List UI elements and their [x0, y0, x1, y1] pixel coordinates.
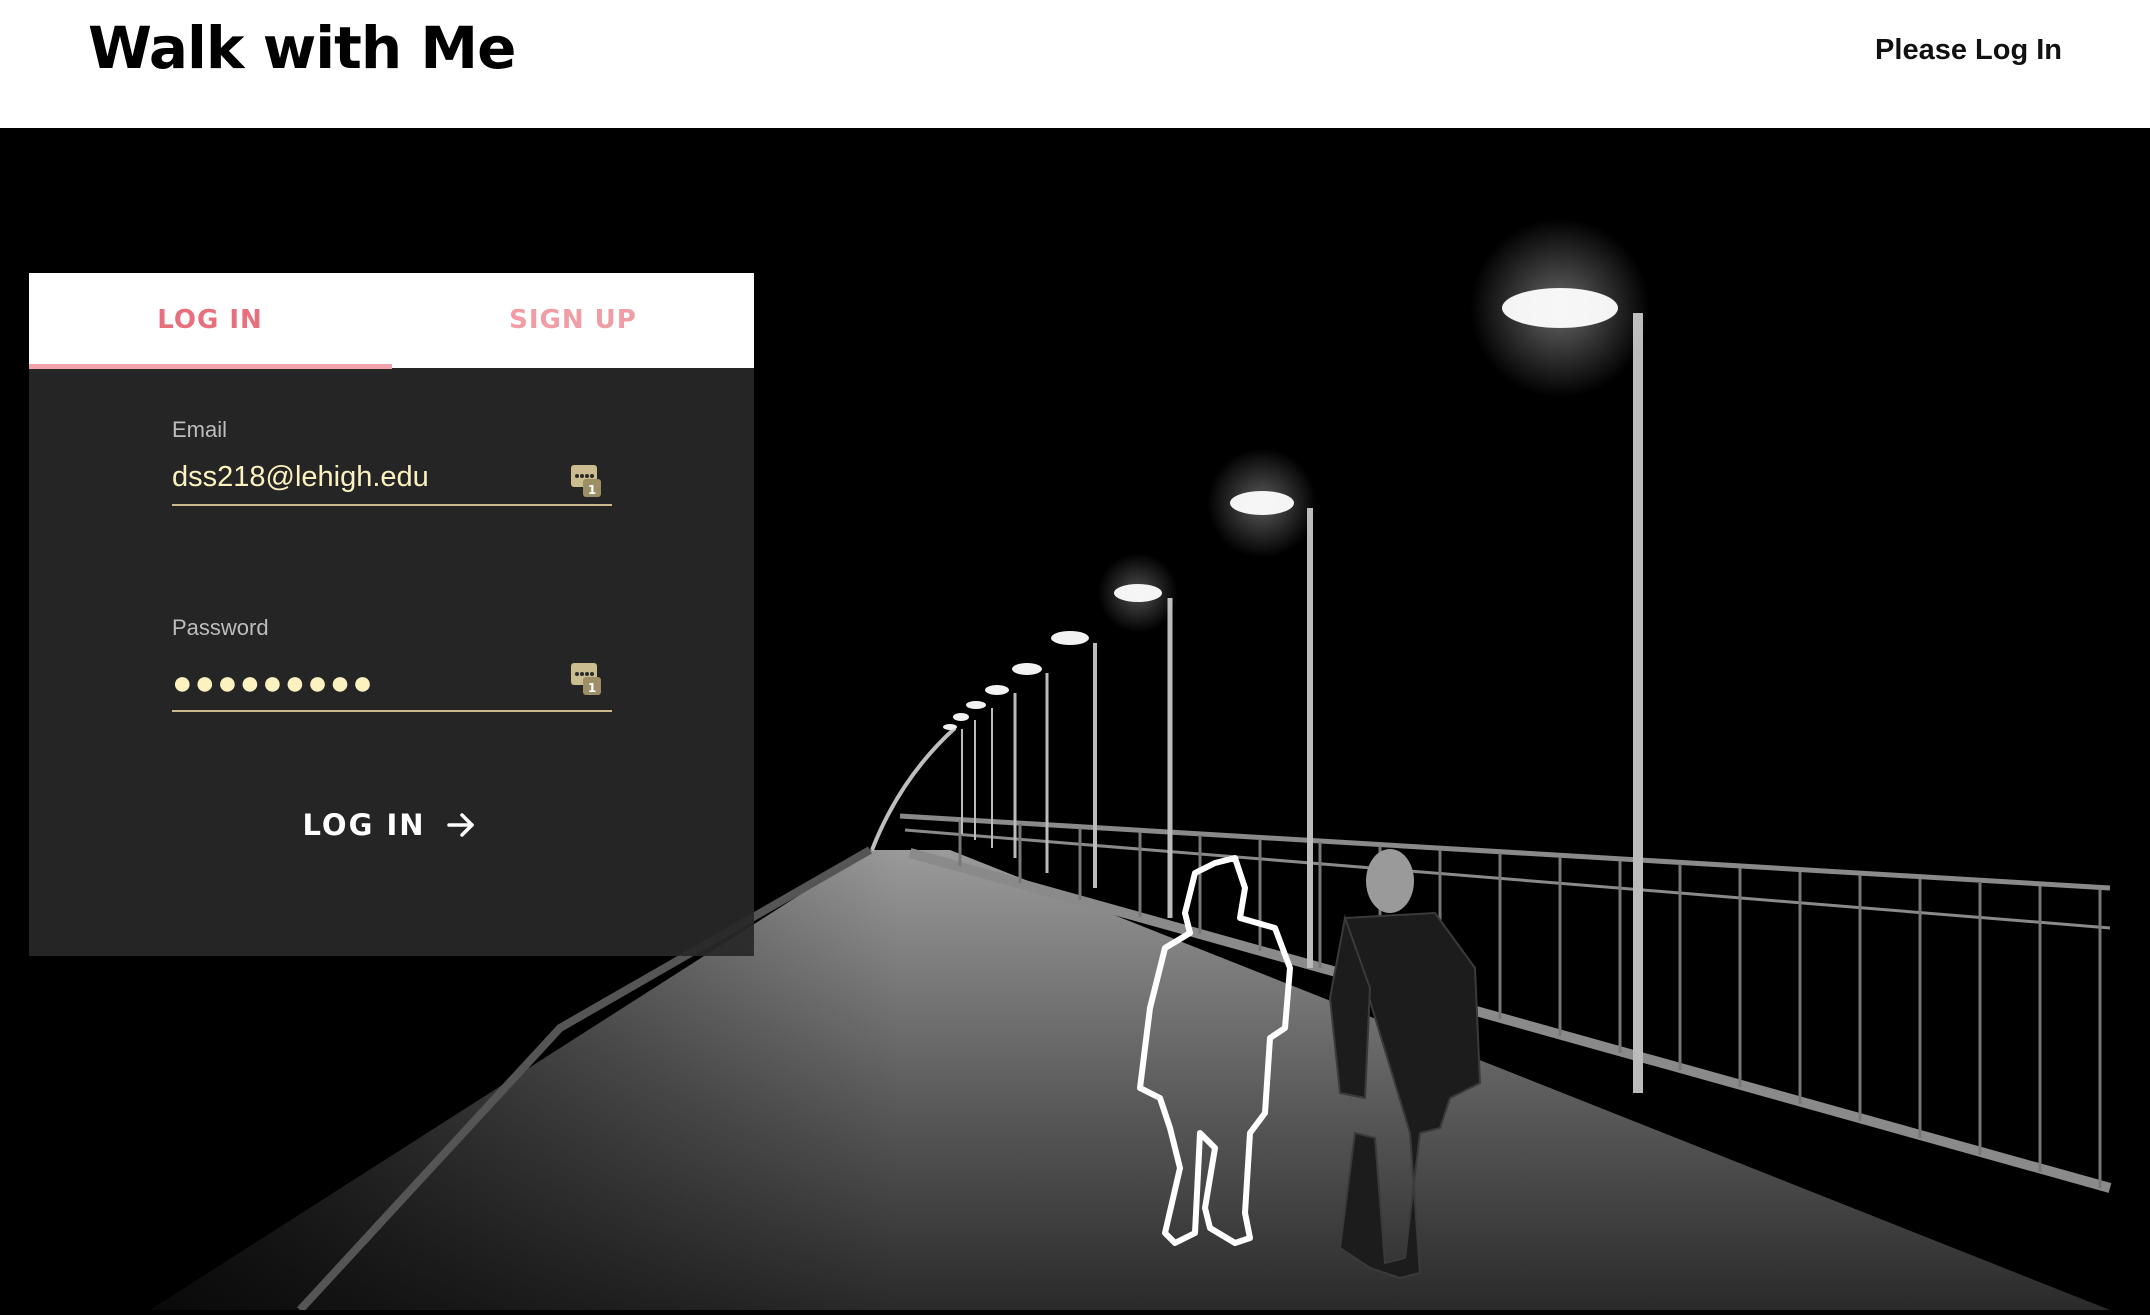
active-tab-indicator: [29, 364, 392, 369]
email-field[interactable]: [172, 450, 612, 506]
tab-sign-up[interactable]: SIGN UP: [392, 273, 754, 368]
password-manager-icon[interactable]: 1: [569, 661, 605, 697]
auth-card: LOG IN SIGN UP Email 1 Password ●●●●●●●●…: [29, 273, 754, 956]
tab-log-in[interactable]: LOG IN: [29, 273, 391, 368]
login-status-text: Please Log In: [1875, 34, 2062, 66]
password-manager-icon[interactable]: 1: [569, 463, 605, 499]
svg-text:1: 1: [588, 681, 596, 695]
password-field[interactable]: ●●●●●●●●●: [172, 656, 612, 712]
email-label: Email: [172, 417, 228, 442]
top-navbar: Walk with Me Please Log In: [0, 0, 2150, 128]
app-logo[interactable]: Walk with Me: [88, 14, 516, 82]
log-in-button-label: LOG IN: [302, 808, 426, 842]
password-label: Password: [172, 615, 269, 640]
arrow-right-icon: [446, 813, 474, 837]
log-in-button[interactable]: LOG IN: [269, 795, 509, 855]
auth-tabs: LOG IN SIGN UP: [29, 273, 754, 369]
svg-text:1: 1: [588, 483, 596, 497]
